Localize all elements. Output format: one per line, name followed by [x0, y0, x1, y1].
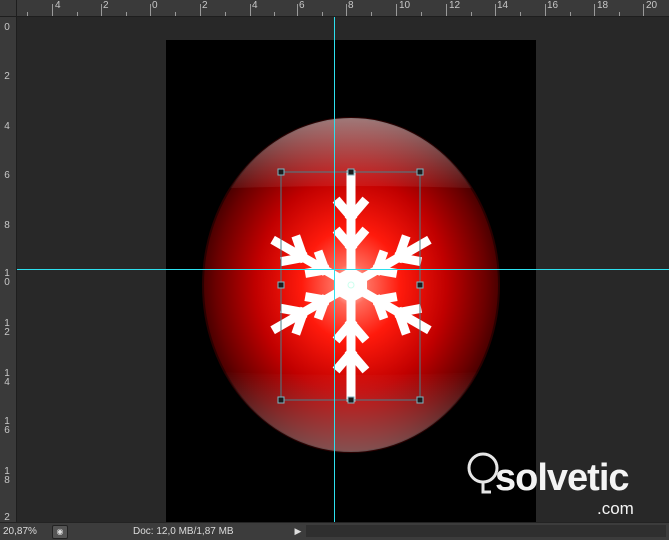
horizontal-guide[interactable]: [17, 269, 669, 270]
triangle-right-icon[interactable]: ▶: [292, 524, 304, 538]
horizontal-ruler[interactable]: 4 2 0 2 4 6 8 10 12 14 16 18 20: [0, 0, 669, 17]
ruler-left-tick: 1 0: [4, 268, 10, 288]
status-bar: 20,87% ◉ Doc: 12,0 MB/1,87 MB ▶: [0, 522, 669, 540]
ruler-left-tick: 2: [4, 71, 10, 82]
ruler-top-ticks: [27, 4, 644, 16]
ruler-left-tick: 1 6: [4, 416, 10, 436]
document-size-info[interactable]: Doc: 12,0 MB/1,87 MB: [133, 526, 234, 537]
ruler-left-tick: 2: [4, 512, 10, 523]
ruler-origin[interactable]: [0, 0, 17, 17]
ruler-left-tick: 1 4: [4, 368, 10, 388]
ruler-left-tick: 0: [4, 22, 10, 33]
watermark: solvetic .com: [455, 448, 665, 522]
ruler-left-tick: 1 8: [4, 466, 10, 486]
ruler-left-tick: 4: [4, 121, 10, 132]
ruler-left-tick: 6: [4, 170, 10, 181]
navigator-icon[interactable]: ◉: [52, 525, 68, 539]
zoom-level[interactable]: 20,87%: [3, 526, 37, 537]
vertical-ruler[interactable]: 0 2 4 6 8 1 0 1 2 1 4 1 6 1 8 2: [0, 16, 17, 523]
horizontal-scrollbar[interactable]: [306, 525, 666, 537]
ruler-left-tick: 1 2: [4, 318, 10, 338]
watermark-brand: solvetic: [495, 457, 630, 499]
ruler-left-tick: 8: [4, 220, 10, 231]
watermark-domain: .com: [597, 499, 634, 518]
